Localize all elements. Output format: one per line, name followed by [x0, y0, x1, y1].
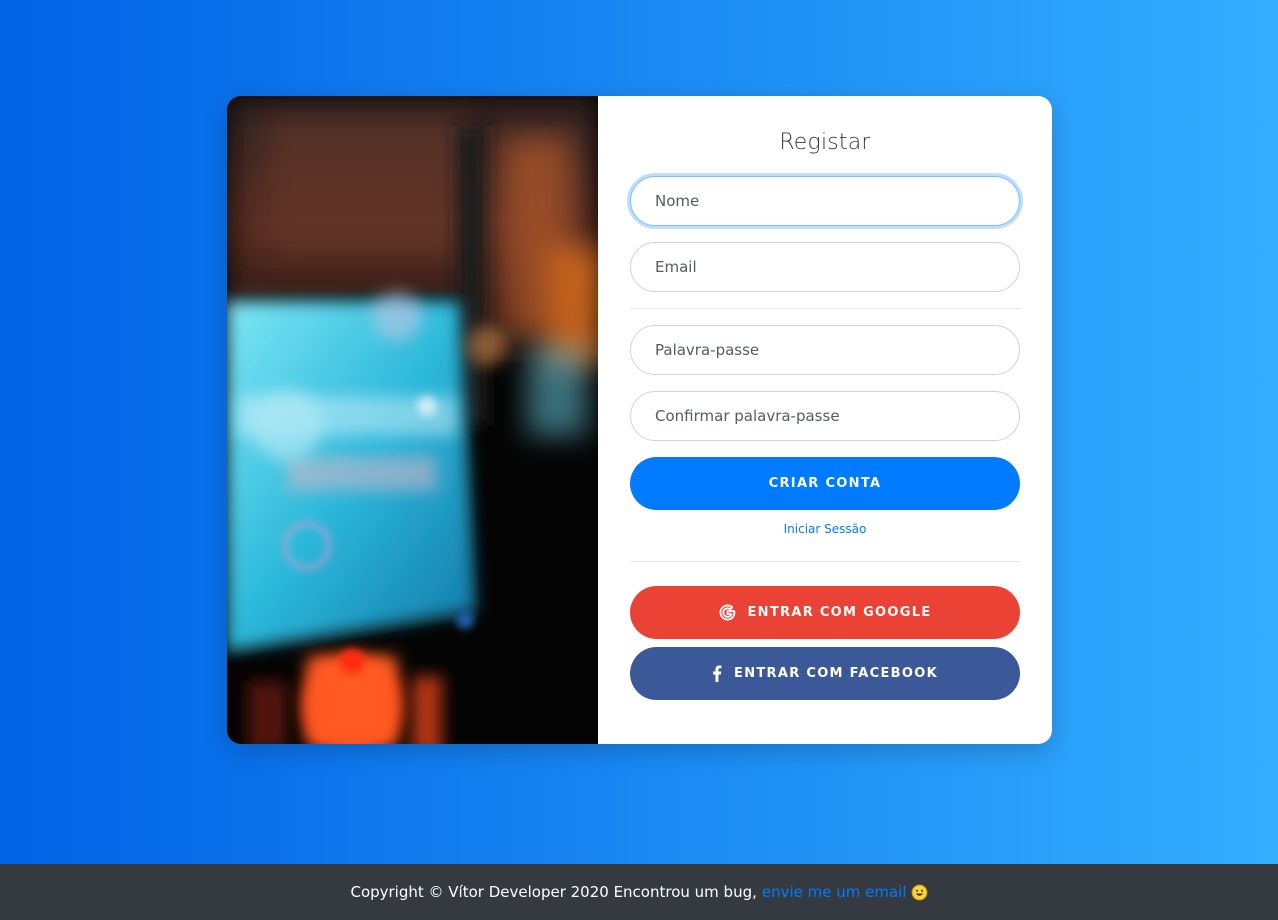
page-title: Registar: [779, 130, 871, 155]
blurred-gaming-photo: [227, 96, 598, 744]
confirm-password-input[interactable]: [630, 391, 1020, 441]
register-card: Registar CRIAR CONTA Iniciar Sessão ENTR…: [227, 96, 1052, 744]
card-image: [227, 96, 598, 744]
footer-copyright: Copyright © Vítor Developer 2020 Encontr…: [350, 883, 757, 901]
google-icon: [718, 604, 736, 621]
facebook-button-label: ENTRAR COM FACEBOOK: [734, 666, 938, 681]
footer: Copyright © Vítor Developer 2020 Encontr…: [0, 864, 1278, 920]
password-input[interactable]: [630, 325, 1020, 375]
facebook-icon: [712, 665, 722, 682]
report-bug-email-link[interactable]: envie me um email: [762, 883, 907, 901]
login-link[interactable]: Iniciar Sessão: [784, 522, 867, 536]
email-input[interactable]: [630, 242, 1020, 292]
grinning-face-icon: [911, 884, 928, 901]
register-form: Registar CRIAR CONTA Iniciar Sessão ENTR…: [598, 96, 1052, 744]
google-login-button[interactable]: ENTRAR COM GOOGLE: [630, 586, 1020, 639]
google-button-label: ENTRAR COM GOOGLE: [747, 605, 932, 620]
divider: [630, 561, 1020, 562]
divider: [630, 308, 1020, 309]
create-account-button[interactable]: CRIAR CONTA: [630, 457, 1020, 510]
name-input[interactable]: [630, 176, 1020, 226]
facebook-login-button[interactable]: ENTRAR COM FACEBOOK: [630, 647, 1020, 700]
